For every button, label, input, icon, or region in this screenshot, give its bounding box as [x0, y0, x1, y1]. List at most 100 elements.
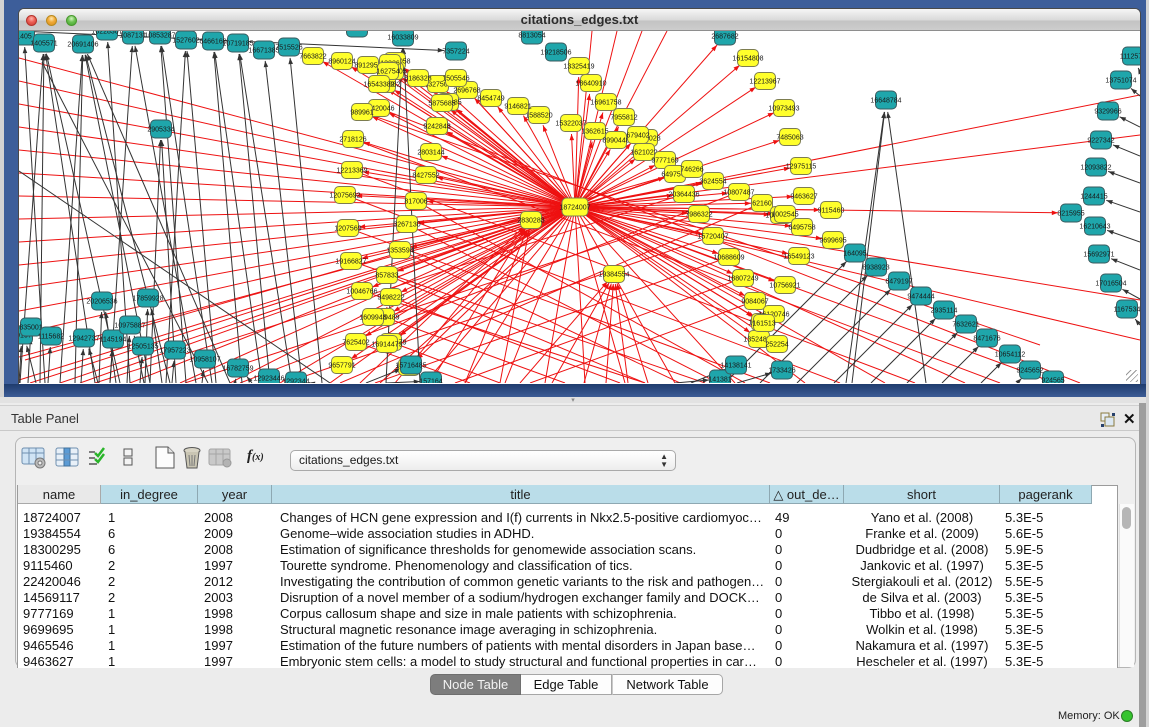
- svg-text:16543382: 16543382: [363, 81, 394, 88]
- svg-text:9474444: 9474444: [907, 293, 934, 300]
- svg-text:18807249: 18807249: [727, 275, 758, 282]
- svg-text:9146821: 9146821: [504, 103, 531, 110]
- svg-text:1112571: 1112571: [1120, 53, 1140, 60]
- svg-text:10719185: 10719185: [222, 40, 253, 47]
- svg-text:7625402: 7625402: [342, 339, 369, 346]
- svg-text:2803144: 2803144: [417, 149, 444, 156]
- svg-text:1115682: 1115682: [38, 333, 64, 340]
- svg-text:9329966: 9329966: [1094, 108, 1121, 115]
- svg-text:19218506: 19218506: [540, 49, 571, 56]
- svg-text:2687682: 2687682: [711, 33, 738, 40]
- svg-text:9242848: 9242848: [423, 123, 450, 130]
- svg-text:2696768: 2696768: [453, 87, 480, 94]
- svg-text:10688609: 10688609: [713, 254, 744, 261]
- svg-text:16210643: 16210643: [1079, 223, 1110, 230]
- svg-text:1588520: 1588520: [525, 112, 552, 119]
- svg-text:12093822: 12093822: [1080, 164, 1111, 171]
- svg-text:8938923: 8938923: [862, 264, 889, 271]
- svg-text:161513: 161513: [752, 320, 775, 327]
- svg-text:16648784: 16648784: [870, 97, 901, 104]
- svg-text:835001: 835001: [19, 324, 42, 331]
- svg-text:14138141: 14138141: [720, 362, 751, 369]
- svg-text:18640910: 18640910: [575, 80, 606, 87]
- svg-text:162754: 162754: [376, 68, 399, 75]
- svg-text:1362615: 1362615: [581, 128, 608, 135]
- svg-text:17859928: 17859928: [132, 295, 163, 302]
- svg-text:7485063: 7485063: [776, 134, 803, 141]
- svg-text:1621022: 1621022: [630, 149, 657, 156]
- svg-text:3267130: 3267130: [393, 221, 420, 228]
- svg-text:13325419: 13325419: [563, 63, 594, 70]
- svg-text:252254: 252254: [765, 341, 788, 348]
- svg-text:9498222: 9498222: [377, 294, 404, 301]
- svg-text:924565: 924565: [1041, 377, 1064, 383]
- svg-text:5875685: 5875685: [428, 100, 455, 107]
- svg-text:6479197: 6479197: [885, 278, 912, 285]
- svg-text:16549123: 16549123: [783, 253, 814, 260]
- svg-text:20691406: 20691406: [67, 41, 98, 48]
- svg-text:1405571: 1405571: [30, 40, 57, 47]
- svg-text:10853287: 10853287: [144, 32, 175, 39]
- svg-text:16228307: 16228307: [91, 31, 122, 35]
- svg-text:9657791: 9657791: [328, 362, 355, 369]
- svg-text:8186328: 8186328: [404, 75, 431, 82]
- svg-text:12505135: 12505135: [127, 343, 158, 350]
- svg-text:10756921: 10756921: [769, 282, 800, 289]
- svg-text:9227342: 9227342: [1087, 137, 1114, 144]
- svg-text:12213967: 12213967: [749, 78, 780, 85]
- svg-text:12942737: 12942737: [68, 335, 99, 342]
- svg-text:10807487: 10807487: [723, 189, 754, 196]
- svg-text:1087131: 1087131: [119, 32, 146, 39]
- svg-text:19166827: 19166827: [335, 258, 366, 265]
- svg-text:6495758: 6495758: [788, 224, 815, 231]
- svg-text:746266: 746266: [680, 166, 703, 173]
- svg-text:20364436: 20364436: [668, 191, 699, 198]
- svg-text:8215955: 8215955: [1057, 210, 1084, 217]
- svg-text:10975887: 10975887: [114, 322, 145, 329]
- svg-text:16782759: 16782759: [222, 365, 253, 372]
- svg-text:9115460: 9115460: [818, 207, 845, 214]
- svg-text:8454749: 8454749: [477, 95, 504, 102]
- svg-text:141381: 141381: [708, 376, 731, 383]
- svg-text:17016504: 17016504: [1095, 280, 1126, 287]
- svg-text:9463627: 9463627: [790, 193, 817, 200]
- svg-text:1505546: 1505546: [442, 75, 469, 82]
- svg-text:1733426: 1733426: [768, 367, 795, 374]
- svg-text:9699695: 9699695: [819, 237, 846, 244]
- svg-text:8960124: 8960124: [328, 58, 355, 65]
- svg-text:1167534: 1167534: [1114, 306, 1140, 313]
- svg-text:817006: 817006: [404, 198, 427, 205]
- svg-text:989961: 989961: [350, 109, 373, 116]
- svg-text:12213369: 12213369: [336, 167, 367, 174]
- svg-text:12975115: 12975115: [786, 163, 817, 170]
- svg-text:157164: 157164: [419, 378, 442, 383]
- svg-text:1609948: 1609948: [359, 314, 386, 321]
- svg-text:2718126: 2718126: [339, 136, 366, 143]
- svg-text:857833: 857833: [375, 272, 398, 279]
- svg-text:7515526: 7515526: [275, 44, 302, 51]
- svg-text:9245652: 9245652: [1016, 367, 1043, 374]
- svg-text:1353594: 1353594: [386, 247, 413, 254]
- svg-text:2935114: 2935114: [931, 307, 958, 314]
- svg-text:12075692: 12075692: [329, 192, 360, 199]
- svg-text:10046766: 10046766: [346, 288, 377, 295]
- svg-text:16961758: 16961758: [590, 99, 621, 106]
- svg-text:160338: 160338: [345, 31, 368, 32]
- svg-text:1207569: 1207569: [334, 225, 361, 232]
- svg-text:20206536: 20206536: [86, 298, 117, 305]
- svg-text:13751074: 13751074: [1105, 77, 1136, 84]
- svg-text:7986322: 7986322: [685, 211, 712, 218]
- svg-text:2905334: 2905334: [147, 126, 174, 133]
- svg-text:1145194: 1145194: [100, 336, 127, 343]
- svg-text:9777169: 9777169: [651, 157, 678, 164]
- svg-text:7663822: 7663822: [299, 53, 326, 60]
- svg-text:1527602: 1527602: [172, 37, 199, 44]
- svg-text:2830283: 2830283: [517, 217, 544, 224]
- svg-text:15716485: 15716485: [395, 362, 426, 369]
- svg-text:1405: 1405: [19, 33, 32, 40]
- svg-text:1292344: 1292344: [282, 378, 309, 383]
- svg-text:1002545: 1002545: [771, 211, 798, 218]
- svg-text:15692971: 15692971: [1083, 251, 1114, 258]
- svg-text:10973493: 10973493: [768, 105, 799, 112]
- svg-text:9084067: 9084067: [741, 298, 768, 305]
